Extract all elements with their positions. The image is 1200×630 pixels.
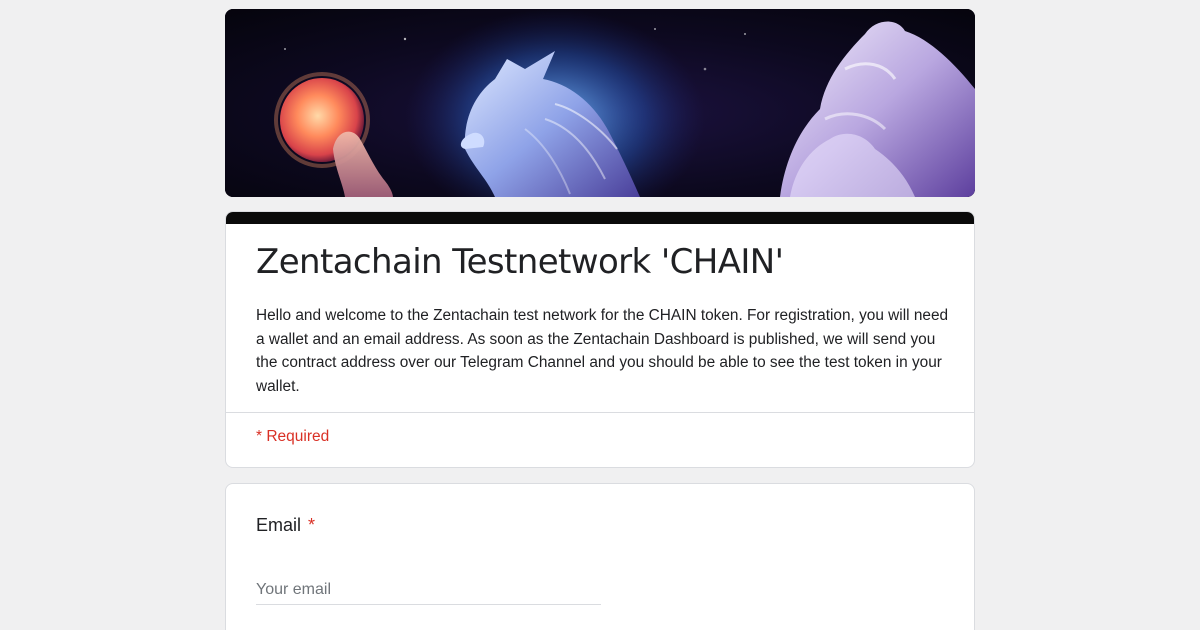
- question-title: Email: [256, 515, 302, 535]
- header-divider: [226, 412, 974, 413]
- form-accent-bar: [226, 212, 974, 224]
- header-banner-image: [225, 9, 975, 197]
- email-input[interactable]: [256, 576, 601, 605]
- required-note: * Required: [256, 428, 330, 445]
- email-question-card: Email *: [225, 483, 975, 630]
- required-asterisk: *: [308, 515, 316, 535]
- banner-artwork: [225, 9, 975, 197]
- form-title: Zentachain Testnetwork 'CHAIN': [256, 242, 784, 282]
- email-question-label: Email *: [256, 515, 315, 536]
- form-header-card: Zentachain Testnetwork 'CHAIN' Hello and…: [225, 211, 975, 468]
- form-page: Zentachain Testnetwork 'CHAIN' Hello and…: [0, 0, 1200, 630]
- form-description: Hello and welcome to the Zentachain test…: [256, 307, 949, 395]
